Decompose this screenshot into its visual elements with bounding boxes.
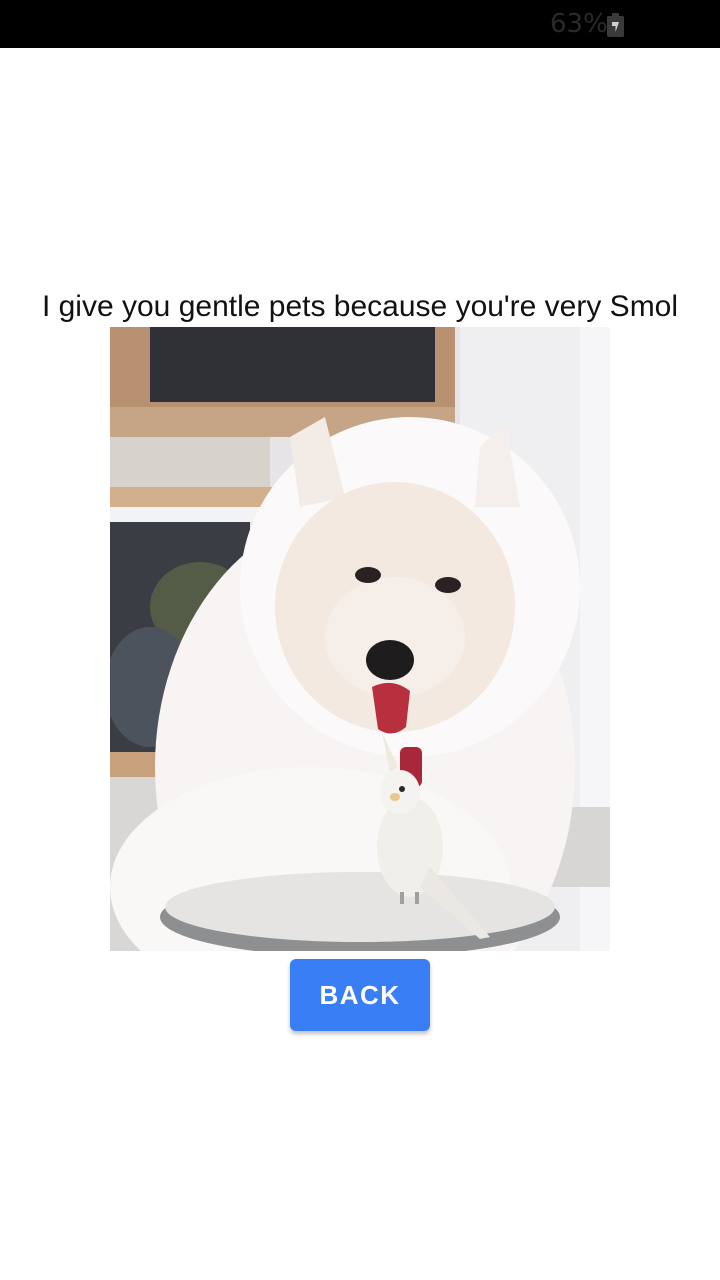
dog-and-bird-photo (110, 327, 610, 951)
battery-charging-icon (607, 13, 624, 37)
meme-caption: I give you gentle pets because you're ve… (41, 290, 679, 323)
battery-percent: 63% (550, 9, 608, 39)
status-bar: 63% (0, 0, 720, 48)
photo-illustration (110, 327, 610, 951)
back-button[interactable]: BACK (290, 959, 430, 1031)
app-screen: 63% I give you gentle pets because you'r… (0, 0, 720, 1280)
